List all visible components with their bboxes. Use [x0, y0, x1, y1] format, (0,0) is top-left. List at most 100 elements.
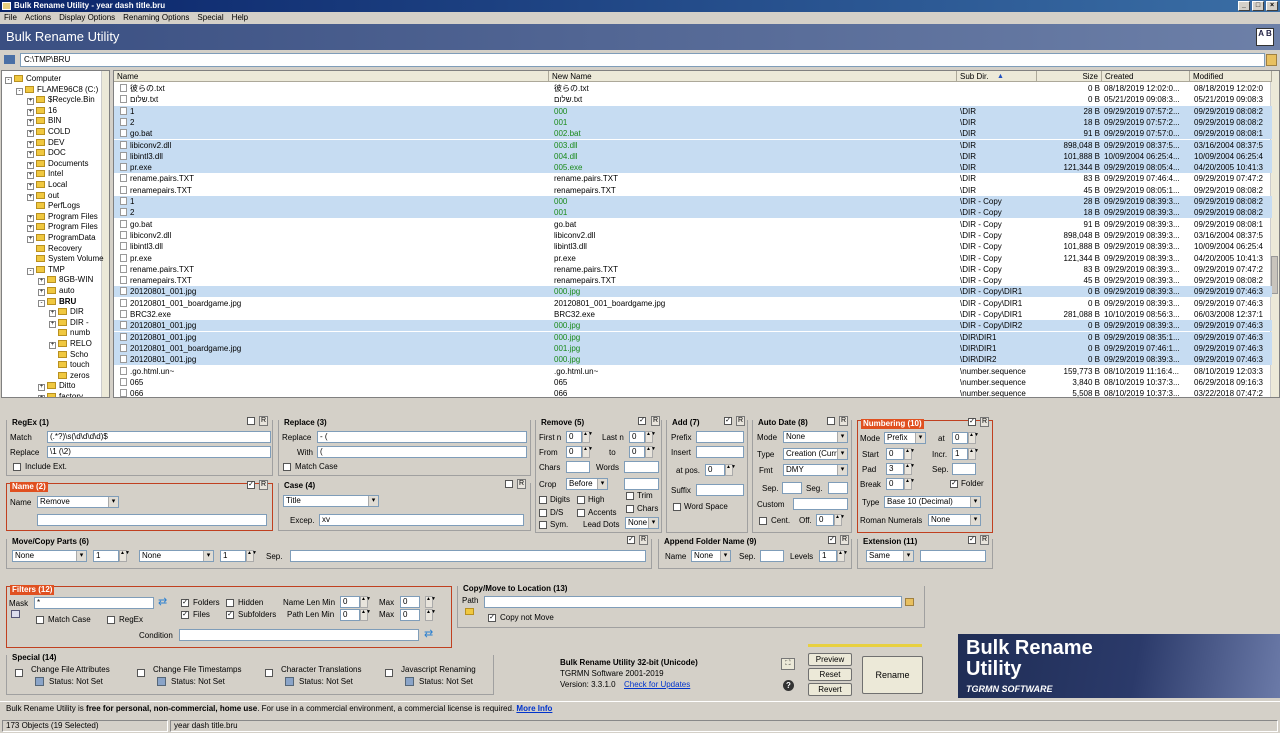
help-icon[interactable]: ?	[783, 680, 794, 691]
tree-node[interactable]: + Program Files	[27, 211, 98, 222]
copymove-path-input[interactable]	[484, 596, 902, 608]
replace-input[interactable]: - (	[317, 431, 527, 443]
tree-node[interactable]: + RELO	[49, 338, 92, 349]
file-row[interactable]: rename.pairs.TXT rename.pairs.TXT \DIR 83 B…	[114, 173, 1272, 184]
filters-namelen-min-spinner[interactable]: ▲▼	[360, 596, 371, 608]
tree-node[interactable]: + DOC	[27, 147, 66, 159]
numbering-roman-select[interactable]: None	[928, 514, 981, 526]
file-row[interactable]: שלום.txt שלום.txt 0 B 05/21/2019 09:08:3...…	[114, 94, 1272, 105]
autodate-off-input[interactable]: 0	[816, 514, 834, 526]
tree-node[interactable]: touch	[49, 359, 90, 370]
close-button[interactable]: ×	[1266, 1, 1278, 11]
collapse-icon[interactable]: -	[5, 77, 12, 84]
moveparts-from-count[interactable]: 1	[93, 550, 119, 562]
menu-item-actions[interactable]: Actions	[25, 12, 51, 24]
remove-chars-input[interactable]	[566, 461, 590, 473]
special-checkbox[interactable]	[265, 669, 273, 677]
autodate-off-spinner[interactable]: ▲▼	[834, 514, 845, 526]
special-checkbox[interactable]	[385, 669, 393, 677]
moveparts-reset-button[interactable]: R	[639, 535, 648, 545]
tree-node[interactable]: + DIR -	[49, 317, 89, 328]
tree-node[interactable]: +16	[27, 105, 57, 116]
remove-crop-select[interactable]: Before	[566, 478, 608, 490]
remove-reset-button[interactable]: R	[651, 416, 660, 426]
special-checkbox[interactable]	[15, 669, 23, 677]
remove-enable-checkbox[interactable]: ✓	[638, 417, 646, 425]
menu-item-help[interactable]: Help	[232, 12, 248, 24]
special-item-label[interactable]: Javascript Renaming	[401, 665, 476, 675]
remove-high-checkbox[interactable]	[577, 496, 585, 504]
tree-node[interactable]: PerfLogs	[27, 200, 80, 211]
tree-node[interactable]: - TMP	[27, 264, 65, 275]
moveparts-to-spinner[interactable]: ▲▼	[246, 550, 257, 562]
numbering-reset-button[interactable]: R	[980, 417, 989, 427]
add-prefix-input[interactable]	[696, 431, 744, 443]
filters-pathlen-max-spinner[interactable]: ▲▼	[425, 609, 436, 621]
filters-pathlen-max-input[interactable]: 0	[400, 609, 420, 621]
remove-to-input[interactable]: 0	[629, 446, 645, 458]
filters-regex-checkbox[interactable]	[107, 616, 115, 624]
case-reset-button[interactable]: R	[517, 479, 526, 489]
case-enable-checkbox[interactable]	[505, 480, 513, 488]
tree-node[interactable]: System Volume	[27, 253, 104, 264]
numbering-incr-spinner[interactable]: ▲▼	[968, 448, 979, 460]
autodate-fmt-select[interactable]: DMY	[783, 464, 848, 476]
file-row[interactable]: 20120801_001.jpg 000.jpg \DIR - Copy\DIR2 0…	[114, 320, 1272, 332]
extension-reset-button[interactable]: R	[980, 535, 989, 545]
remove-from-spinner[interactable]: ▲▼	[582, 446, 593, 458]
numbering-break-input[interactable]: 0	[886, 478, 904, 490]
file-row[interactable]: go.bat go.bat \DIR - Copy 91 B 09/29/2019 08…	[114, 219, 1272, 230]
file-list[interactable]: Name New Name Sub Dir. ▲ Size Created Modified…	[113, 70, 1280, 398]
tree-node[interactable]: + out	[27, 190, 59, 201]
file-row[interactable]: pr.exe 005.exe \DIR 121,344 B 09/29/2019 08:…	[114, 162, 1272, 174]
remove-accents-checkbox[interactable]	[577, 509, 585, 517]
remove-from-input[interactable]: 0	[566, 446, 582, 458]
moveparts-to-count[interactable]: 1	[220, 550, 246, 562]
file-row[interactable]: 20120801_001.jpg 000.jpg \DIR\DIR2 0 B 09/29…	[114, 354, 1272, 366]
remove-firstn-spinner[interactable]: ▲▼	[582, 431, 593, 443]
filters-folders-checkbox[interactable]: ✓	[181, 599, 189, 607]
regex-replace-input[interactable]: \1 (\2)	[47, 446, 271, 458]
file-row[interactable]: renamepairs.TXT renamepairs.TXT \DIR 45 B 09…	[114, 185, 1272, 196]
filters-namelen-min-input[interactable]: 0	[340, 596, 360, 608]
file-row[interactable]: 20120801_001_boardgame.jpg 001.jpg \DIR\DI…	[114, 342, 1272, 354]
tree-node[interactable]: + ProgramData	[27, 232, 96, 243]
column-header-name[interactable]: Name	[114, 71, 549, 82]
tree-node[interactable]: Scho	[49, 349, 88, 360]
filters-hidden-checkbox[interactable]	[226, 599, 234, 607]
column-header-size[interactable]: Size	[1037, 71, 1102, 82]
reset-button[interactable]: Reset	[808, 668, 852, 681]
remove-ds-checkbox[interactable]	[539, 509, 547, 517]
add-enable-checkbox[interactable]: ✓	[724, 417, 732, 425]
file-row[interactable]: 065 065 \number.sequence 3,840 B 08/10/2019 …	[114, 377, 1272, 388]
regex-enable-checkbox[interactable]	[247, 417, 255, 425]
special-checkbox[interactable]	[137, 669, 145, 677]
filters-condition-input[interactable]	[179, 629, 419, 641]
add-atpos-spinner[interactable]: ▲▼	[725, 464, 736, 476]
name-enable-checkbox[interactable]: ✓	[247, 481, 255, 489]
extension-enable-checkbox[interactable]: ✓	[968, 536, 976, 544]
tree-node[interactable]: + factory	[38, 391, 83, 397]
remove-digits-checkbox[interactable]	[539, 496, 547, 504]
filters-files-checkbox[interactable]: ✓	[181, 611, 189, 619]
filters-pathlen-min-input[interactable]: 0	[340, 609, 360, 621]
file-row[interactable]: 2 001 \DIR - Copy 18 B 09/29/2019 08:39:3...…	[114, 207, 1272, 219]
tree-node[interactable]: + Local	[27, 179, 67, 190]
remove-crop-input[interactable]	[624, 478, 659, 490]
tree-node[interactable]: + DIR	[49, 306, 84, 318]
numbering-start-spinner[interactable]: ▲▼	[904, 448, 915, 460]
tree-node[interactable]: + COLD	[27, 126, 70, 137]
remove-firstn-input[interactable]: 0	[566, 431, 582, 443]
remove-lastn-spinner[interactable]: ▲▼	[645, 431, 656, 443]
add-insert-input[interactable]	[696, 446, 744, 458]
autodate-mode-select[interactable]: None	[783, 431, 848, 443]
filters-mask-input[interactable]: *	[34, 597, 154, 609]
name-input[interactable]	[37, 514, 267, 526]
maximize-button[interactable]: □	[1252, 1, 1264, 11]
autodate-custom-input[interactable]	[793, 498, 848, 510]
autodate-seg-input[interactable]	[828, 482, 848, 494]
menu-item-file[interactable]: File	[4, 12, 17, 24]
numbering-at-input[interactable]: 0	[952, 432, 968, 444]
special-item-label[interactable]: Change File Timestamps	[153, 665, 241, 675]
appendfolder-name-select[interactable]: None	[691, 550, 731, 562]
